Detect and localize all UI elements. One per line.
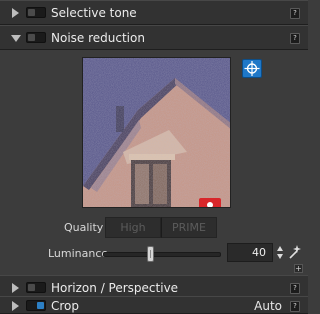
magic-wand-icon[interactable]	[288, 244, 302, 260]
help-icon[interactable]: ?	[290, 33, 300, 44]
quality-label: Quality	[64, 221, 104, 234]
crop-toggle[interactable]	[26, 300, 46, 311]
expand-arrow-icon[interactable]	[12, 8, 19, 18]
stepper-down-icon[interactable]	[277, 254, 283, 259]
preview-photo	[83, 58, 230, 207]
help-icon[interactable]: ?	[290, 301, 300, 312]
noise-reduction-panel: Quality High PRIME Luminance 40 +	[0, 51, 308, 275]
section-selective-tone[interactable]: Selective tone ?	[0, 0, 308, 25]
stepper-up-icon[interactable]	[277, 246, 283, 251]
toggle-knob	[28, 9, 35, 16]
quality-prime-option[interactable]: PRIME	[161, 217, 217, 238]
point-picker-button[interactable]	[242, 59, 262, 78]
section-noise-reduction[interactable]: Noise reduction ?	[0, 25, 308, 50]
toggle-knob	[28, 34, 35, 41]
luminance-slider[interactable]	[103, 252, 221, 257]
horizon-toggle[interactable]	[26, 282, 46, 293]
plus-icon[interactable]: +	[294, 264, 303, 273]
crosshair-icon	[244, 61, 260, 76]
noise-preview-image[interactable]	[82, 57, 231, 208]
section-crop[interactable]: Crop Auto ?	[0, 296, 308, 314]
toggle-knob	[37, 302, 44, 309]
expand-arrow-icon[interactable]	[12, 283, 19, 293]
luminance-slider-thumb[interactable]	[146, 246, 154, 262]
luminance-label: Luminance	[48, 247, 109, 260]
section-title: Noise reduction	[51, 31, 145, 45]
quality-high-option[interactable]: High	[105, 217, 161, 238]
section-title: Crop	[51, 299, 80, 313]
toggle-knob	[28, 284, 35, 291]
noise-reduction-toggle[interactable]	[26, 32, 46, 43]
selective-tone-toggle[interactable]	[26, 7, 46, 18]
luminance-value-field[interactable]: 40	[227, 243, 273, 262]
section-title: Selective tone	[51, 6, 137, 20]
luminance-stepper[interactable]	[277, 244, 285, 262]
collapse-arrow-icon[interactable]	[11, 35, 21, 42]
help-icon[interactable]: ?	[290, 283, 300, 294]
crop-mode-value[interactable]: Auto	[254, 299, 282, 313]
help-icon[interactable]: ?	[290, 8, 300, 19]
section-title: Horizon / Perspective	[51, 281, 179, 295]
expand-arrow-icon[interactable]	[12, 301, 19, 311]
